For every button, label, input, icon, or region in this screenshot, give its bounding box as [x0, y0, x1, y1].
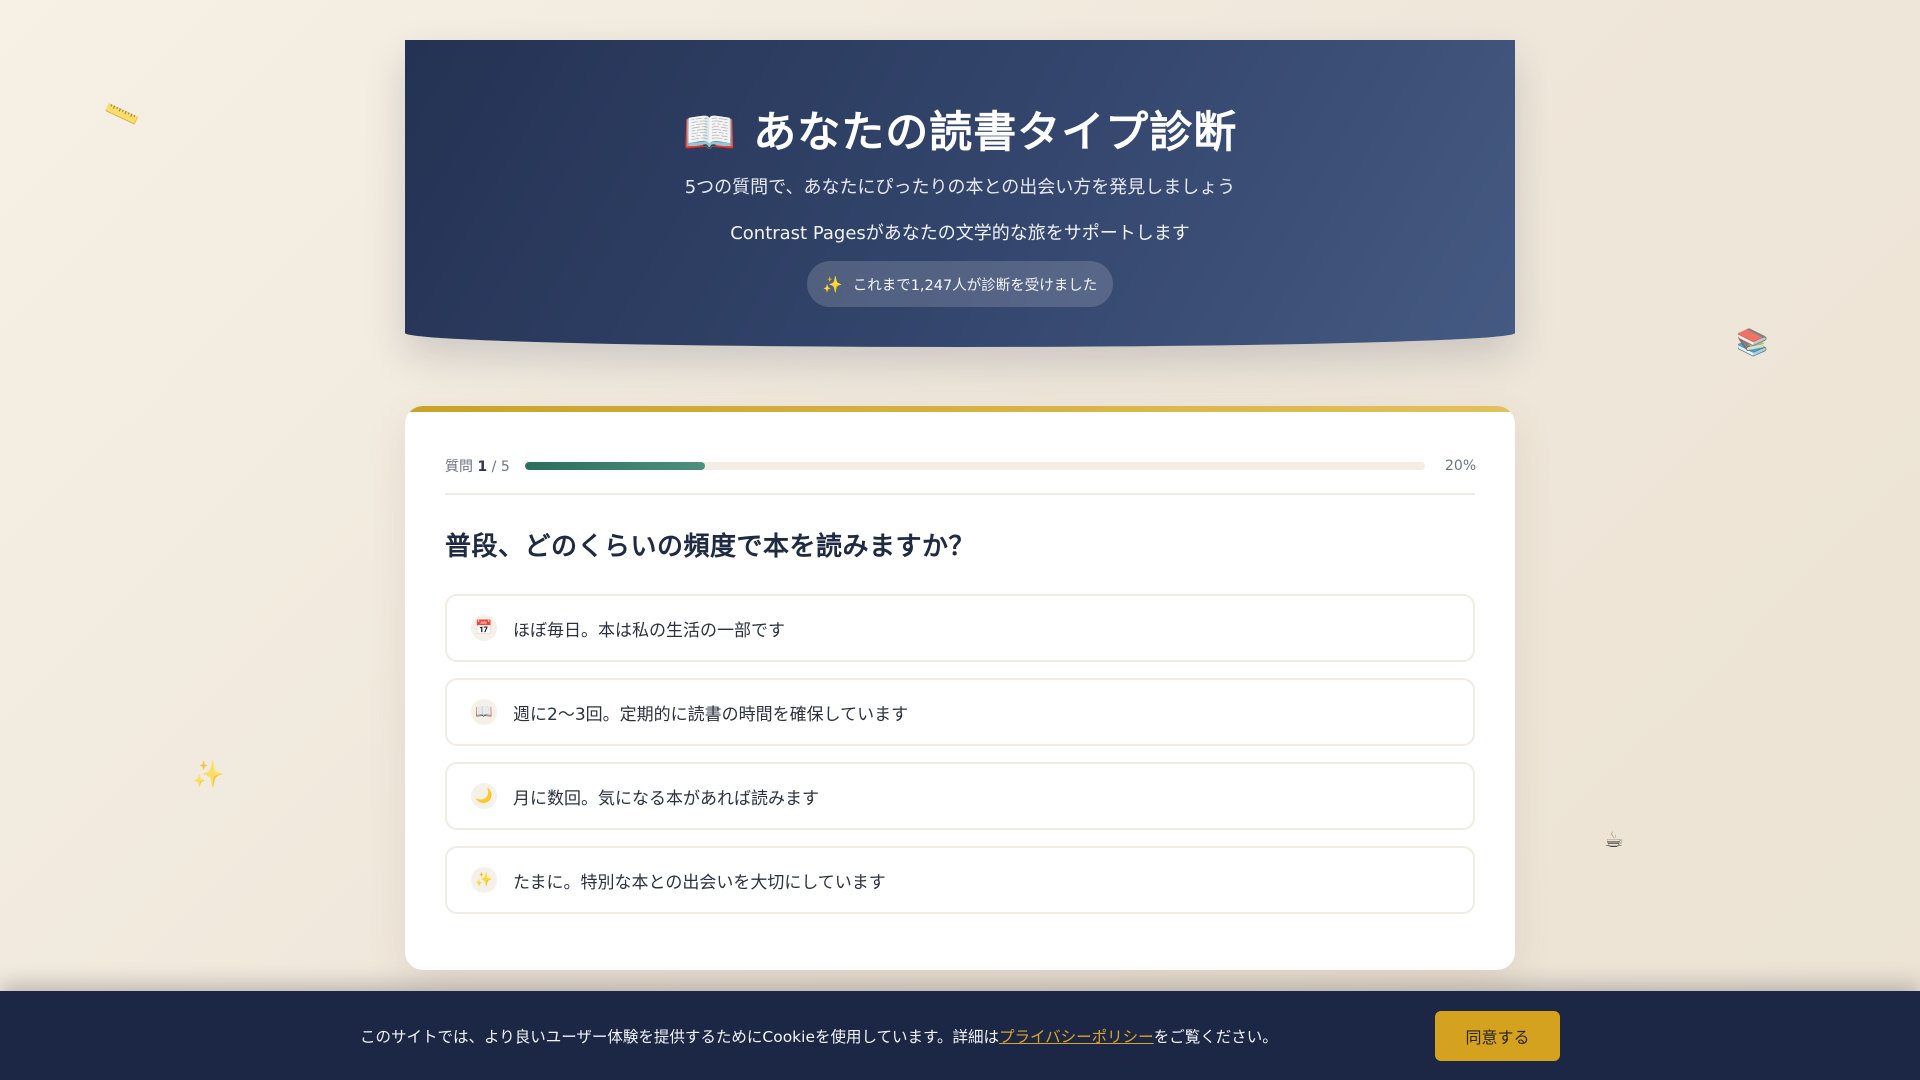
- cookie-message-after: をご覧ください。: [1153, 1028, 1278, 1046]
- divider: [445, 493, 1475, 495]
- moon-icon: 🌙: [471, 783, 497, 809]
- answer-option-occasionally[interactable]: ✨ たまに。特別な本との出会いを大切にしています: [445, 846, 1475, 914]
- quiz-card-accent-bar: [405, 406, 1515, 412]
- sparkles-icon: ✨: [192, 760, 225, 790]
- question-counter: 質問 1 / 5: [445, 456, 525, 476]
- answer-option-weekly[interactable]: 📖 週に2〜3回。定期的に読書の時間を確保しています: [445, 678, 1475, 746]
- sparkle-icon: ✨: [822, 274, 843, 294]
- page-subtitle: 5つの質問で、あなたにぴったりの本との出会い方を発見しましょう: [684, 177, 1236, 198]
- ruler-icon: 📏: [101, 95, 143, 135]
- question-text: 普段、どのくらいの頻度で本を読みますか？: [445, 532, 976, 562]
- sparkles-icon: ✨: [471, 867, 497, 893]
- page-tagline: Contrast Pagesがあなたの文学的な旅をサポートします: [730, 223, 1190, 244]
- answer-option-label: 週に2〜3回。定期的に読書の時間を確保しています: [513, 704, 909, 725]
- answer-option-monthly[interactable]: 🌙 月に数回。気になる本があれば読みます: [445, 762, 1475, 830]
- calendar-icon: 📅: [471, 615, 497, 641]
- question-counter-current: 1: [477, 459, 488, 475]
- page-title-text: あなたの読書タイプ診断: [753, 108, 1238, 158]
- progress-row: 質問 1 / 5 20%: [445, 450, 1477, 482]
- cookie-message: このサイトでは、より良いユーザー体験を提供するためにCookieを使用しています…: [360, 1025, 1278, 1047]
- page-title: 📖 あなたの読書タイプ診断: [405, 98, 1515, 160]
- books-icon: 📚: [1736, 328, 1769, 358]
- open-book-icon: 📖: [471, 699, 497, 725]
- progress-bar-fill: [525, 462, 705, 470]
- quiz-card: 質問 1 / 5 20% 普段、どのくらいの頻度で本を読みますか？ 📅 ほぼ毎日…: [405, 406, 1515, 970]
- participants-badge: ✨ これまで1,247人が診断を受けました: [807, 261, 1113, 307]
- question-counter-prefix: 質問: [445, 459, 473, 475]
- cookie-banner: このサイトでは、より良いユーザー体験を提供するためにCookieを使用しています…: [0, 991, 1920, 1080]
- cookie-message-before: このサイトでは、より良いユーザー体験を提供するためにCookieを使用しています…: [360, 1028, 999, 1046]
- open-book-icon: 📖: [682, 108, 738, 158]
- accept-cookies-button[interactable]: 同意する: [1435, 1011, 1560, 1061]
- privacy-policy-link[interactable]: プライバシーポリシー: [999, 1028, 1154, 1046]
- answer-options: 📅 ほぼ毎日。本は私の生活の一部です 📖 週に2〜3回。定期的に読書の時間を確保…: [445, 594, 1475, 930]
- answer-option-label: 月に数回。気になる本があれば読みます: [513, 788, 819, 809]
- participants-badge-text: これまで1,247人が診断を受けました: [852, 277, 1098, 294]
- question-counter-total: / 5: [491, 459, 510, 475]
- hero-header: 📖 あなたの読書タイプ診断 5つの質問で、あなたにぴったりの本との出会い方を発見…: [405, 40, 1515, 347]
- coffee-icon: ☕: [1604, 828, 1624, 853]
- answer-option-daily[interactable]: 📅 ほぼ毎日。本は私の生活の一部です: [445, 594, 1475, 662]
- answer-option-label: たまに。特別な本との出会いを大切にしています: [513, 872, 886, 893]
- progress-bar: [525, 462, 1425, 470]
- progress-percent: 20%: [1445, 458, 1477, 474]
- answer-option-label: ほぼ毎日。本は私の生活の一部です: [513, 620, 785, 641]
